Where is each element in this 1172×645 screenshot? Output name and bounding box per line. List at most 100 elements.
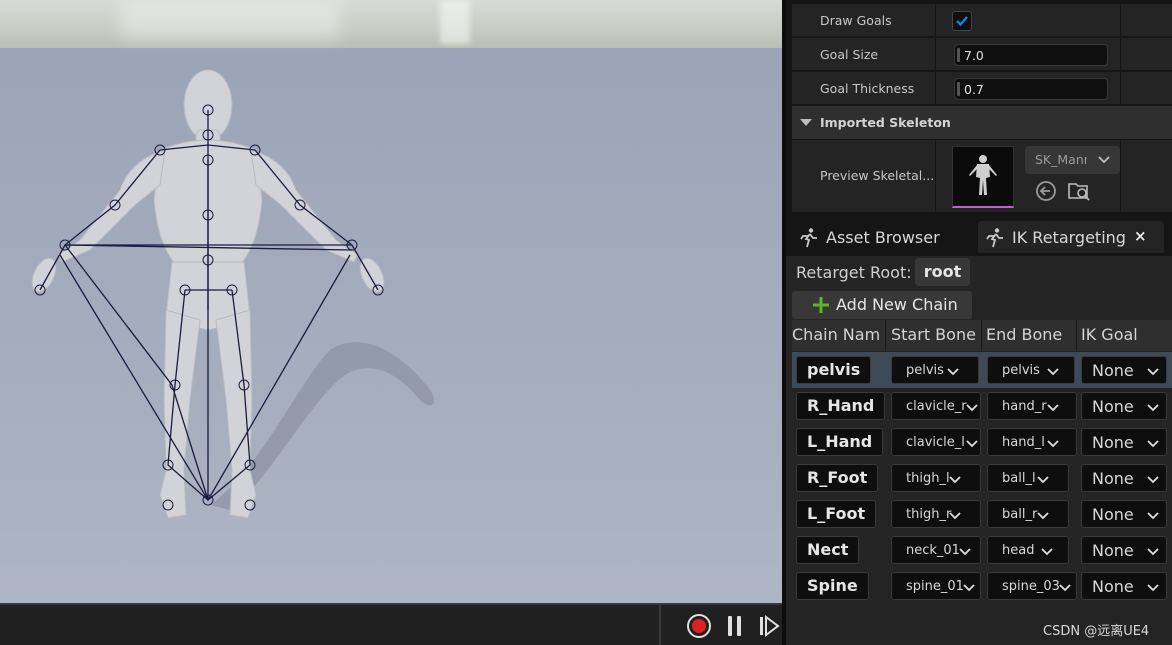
goal-size-input[interactable]: 7.0: [954, 44, 1108, 66]
chevron-down-icon: [966, 404, 978, 412]
draw-goals-row: Draw Goals: [792, 4, 1172, 37]
use-selected-asset-icon[interactable]: [1035, 180, 1057, 202]
preview-skeletal-mesh-row: Preview Skeletal... SK_Mann: [792, 140, 1172, 212]
add-new-chain-button[interactable]: Add New Chain: [792, 291, 972, 319]
watermark: CSDN @远离UE4: [1043, 624, 1150, 639]
chain-name-field[interactable]: L_Hand: [796, 428, 884, 456]
start-bone-dropdown[interactable]: thigh_r: [891, 500, 981, 528]
chevron-down-icon: [1037, 476, 1049, 484]
tab-ik-retargeting[interactable]: IK Retargeting ×: [978, 221, 1164, 253]
ik-retargeting-panel: Retarget Root: root Add New Chain Chain …: [786, 256, 1172, 645]
checkmark-icon: [956, 16, 968, 27]
retarget-root-value[interactable]: root: [915, 258, 970, 286]
end-bone-dropdown[interactable]: hand_r: [987, 392, 1077, 420]
column-header-start-bone[interactable]: Start Bone: [891, 325, 981, 344]
start-bone-dropdown[interactable]: pelvis: [891, 356, 979, 384]
mannequin-skeleton-preview: [31, 69, 435, 519]
add-new-chain-label: Add New Chain: [836, 295, 958, 314]
draw-goals-label: Draw Goals: [820, 13, 892, 28]
ik-goal-dropdown[interactable]: None: [1081, 428, 1167, 456]
end-bone-dropdown[interactable]: ball_r: [987, 500, 1069, 528]
record-icon[interactable]: [686, 613, 712, 639]
tab-label: Asset Browser: [826, 228, 940, 247]
goal-thickness-input[interactable]: 0.7: [954, 78, 1108, 100]
ik-goal-dropdown[interactable]: None: [1081, 392, 1167, 420]
chevron-down-icon: [1147, 476, 1159, 484]
tab-asset-browser[interactable]: Asset Browser: [792, 221, 972, 253]
chevron-down-icon: [1147, 368, 1159, 376]
chevron-down-icon: [1147, 548, 1159, 556]
chain-row[interactable]: Nect neck_01 head None: [792, 532, 1172, 568]
chevron-down-icon: [949, 476, 961, 484]
chevron-down-icon: [1147, 440, 1159, 448]
chain-name-field[interactable]: L_Foot: [796, 500, 877, 528]
column-header-chain-name[interactable]: Chain Nam: [792, 325, 882, 344]
ik-goal-dropdown[interactable]: None: [1081, 500, 1167, 528]
ik-goal-dropdown[interactable]: None: [1081, 536, 1167, 564]
chain-name-field[interactable]: pelvis: [796, 356, 872, 384]
category-label: Imported Skeleton: [820, 115, 951, 130]
goal-thickness-row: Goal Thickness 0.7: [792, 72, 1172, 105]
browse-to-asset-icon[interactable]: [1067, 180, 1091, 202]
ik-retargeter-window: Draw Goals Goal Size 7.0 Goal Thickness …: [0, 0, 1172, 645]
ik-goal-dropdown[interactable]: None: [1081, 356, 1167, 384]
goal-size-label: Goal Size: [820, 47, 879, 62]
column-header-ik-goal[interactable]: IK Goal: [1081, 325, 1169, 344]
ik-goal-dropdown[interactable]: None: [1081, 572, 1167, 600]
tab-label: IK Retargeting: [1012, 228, 1126, 247]
chevron-down-icon: [1147, 584, 1159, 592]
chain-name-field[interactable]: R_Foot: [796, 464, 879, 492]
chevron-down-icon: [1059, 584, 1071, 592]
end-bone-dropdown[interactable]: pelvis: [987, 356, 1075, 384]
chain-row[interactable]: Spine spine_01 spine_03 None: [792, 568, 1172, 604]
chain-row[interactable]: R_Hand clavicle_r hand_r None: [792, 388, 1172, 424]
chain-row[interactable]: L_Hand clavicle_l hand_l None: [792, 424, 1172, 460]
viewport-background: [0, 0, 782, 48]
chain-name-field[interactable]: R_Hand: [796, 392, 886, 420]
chain-row[interactable]: L_Foot thigh_r ball_r None: [792, 496, 1172, 532]
preview-skeletal-label: Preview Skeletal...: [820, 168, 935, 183]
chevron-down-icon: [1098, 156, 1110, 164]
running-figure-icon: [986, 228, 1003, 248]
start-bone-dropdown[interactable]: clavicle_r: [891, 392, 981, 420]
preview-viewport[interactable]: [0, 0, 782, 603]
chain-row[interactable]: pelvis pelvis pelvis None: [792, 352, 1172, 388]
ik-goal-dropdown[interactable]: None: [1081, 464, 1167, 492]
goal-thickness-label: Goal Thickness: [820, 81, 915, 96]
chevron-down-icon: [947, 368, 959, 376]
imported-skeleton-category[interactable]: Imported Skeleton: [792, 106, 1172, 139]
viewport-playback-bar: [0, 603, 782, 645]
start-bone-dropdown[interactable]: clavicle_l: [891, 428, 981, 456]
close-icon[interactable]: ×: [1134, 227, 1147, 245]
end-bone-dropdown[interactable]: ball_l: [987, 464, 1069, 492]
end-bone-dropdown[interactable]: hand_l: [987, 428, 1077, 456]
chevron-down-icon: [1047, 404, 1059, 412]
skeletal-mesh-combo[interactable]: SK_Mann: [1025, 146, 1120, 174]
start-bone-dropdown[interactable]: thigh_l: [891, 464, 981, 492]
column-header-end-bone[interactable]: End Bone: [986, 325, 1076, 344]
chevron-down-icon: [963, 584, 975, 592]
running-figure-icon: [800, 228, 817, 248]
chevron-down-icon: [966, 440, 978, 448]
chevron-down-icon: [1147, 512, 1159, 520]
skeletal-mesh-thumbnail[interactable]: [952, 146, 1014, 208]
goal-size-row: Goal Size 7.0: [792, 38, 1172, 71]
chevron-down-icon: [1041, 548, 1053, 556]
end-bone-dropdown[interactable]: head: [987, 536, 1069, 564]
draw-goals-checkbox[interactable]: [952, 11, 972, 31]
chevron-down-icon: [949, 512, 961, 520]
start-bone-dropdown[interactable]: spine_01: [891, 572, 981, 600]
chain-name-field[interactable]: Spine: [796, 572, 869, 600]
chevron-down-icon: [1047, 440, 1059, 448]
pause-icon[interactable]: [722, 613, 748, 639]
chain-row[interactable]: R_Foot thigh_l ball_l None: [792, 460, 1172, 496]
start-bone-dropdown[interactable]: neck_01: [891, 536, 981, 564]
step-forward-icon[interactable]: [756, 613, 782, 639]
end-bone-dropdown[interactable]: spine_03: [987, 572, 1077, 600]
chevron-down-icon: [1037, 512, 1049, 520]
details-and-retargeting-panel: Draw Goals Goal Size 7.0 Goal Thickness …: [782, 0, 1172, 645]
chain-name-field[interactable]: Nect: [796, 536, 860, 564]
retarget-root-label: Retarget Root:: [796, 263, 912, 282]
collapse-arrow-icon[interactable]: [800, 119, 812, 126]
chevron-down-icon: [1047, 368, 1059, 376]
